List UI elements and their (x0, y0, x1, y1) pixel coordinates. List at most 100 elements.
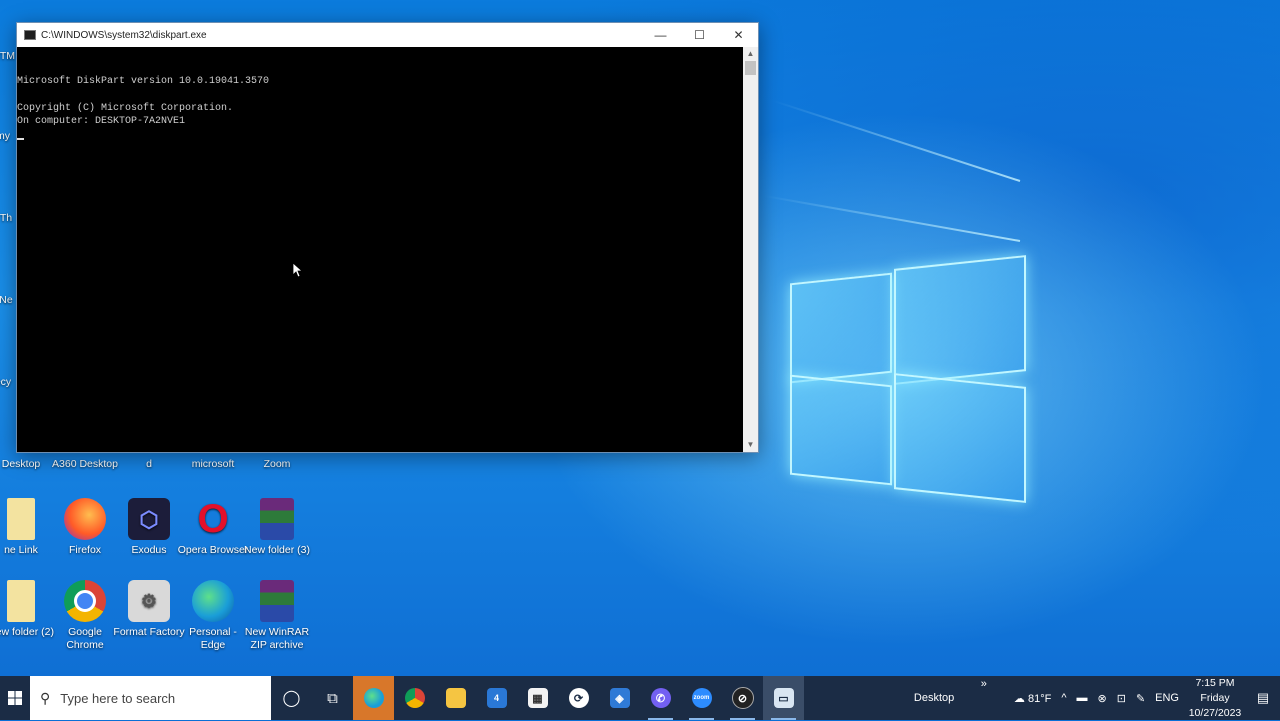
window-titlebar[interactable]: C:\WINDOWS\system32\diskpart.exe — ☐ ✕ (17, 23, 758, 47)
taskbar-console[interactable]: ▭ (763, 676, 804, 720)
clock-date: 10/27/2023 (1188, 706, 1242, 719)
desktop-icon-label: microsoft (191, 458, 235, 470)
desktop-icon-firefox[interactable]: Firefox (49, 498, 121, 557)
window-title: C:\WINDOWS\system32\diskpart.exe (41, 29, 207, 41)
taskbar-search-box[interactable]: ⚲ Type here to search (30, 676, 271, 720)
cortana-button[interactable]: ◯ (271, 676, 312, 720)
minimize-button[interactable]: — (641, 23, 680, 47)
chrome-icon (404, 688, 425, 708)
close-button[interactable]: ✕ (719, 23, 758, 47)
desktop-icon-label: Opera Browser (177, 544, 249, 556)
app-icon: ⊘ (731, 687, 754, 709)
console-prompt-line (17, 129, 743, 143)
firefox-icon (64, 498, 106, 540)
taskbar-store[interactable]: ▦ (517, 676, 558, 720)
desktop-icon-label: Zoom (263, 458, 291, 470)
exodus-icon: ⬡ (128, 498, 170, 540)
desktop-icon-edge[interactable]: Personal - Edge (177, 580, 249, 652)
tray-icon[interactable]: ▬ (1072, 692, 1093, 704)
text-cursor (17, 137, 24, 140)
windows-logo (790, 255, 1026, 503)
taskbar-zoom[interactable]: zoom (681, 676, 722, 720)
pen-icon[interactable]: ✎ (1131, 692, 1150, 705)
winrar-icon (260, 498, 294, 540)
console-line: On computer: DESKTOP-7A2NVE1 (17, 116, 186, 127)
desktop-icon-label: d (146, 458, 152, 470)
console-line: Microsoft DiskPart version 10.0.19041.35… (17, 75, 270, 87)
edge-icon (192, 580, 234, 622)
desktop-icon-winrar-zip[interactable]: New WinRAR ZIP archive (241, 580, 313, 652)
folder-icon (445, 688, 466, 708)
search-icon: ⚲ (40, 689, 51, 706)
edge-icon (363, 688, 384, 708)
start-button[interactable] (0, 676, 30, 720)
desktop-icon-label: Format Factory (113, 626, 185, 638)
system-tray: Desktop » ☁ 81°F ^ ▬ ⊗ ⊡ ✎ ENG 7:15 PM F… (909, 676, 1280, 720)
vertical-scrollbar[interactable]: ▲ ▼ (743, 47, 758, 452)
console-output[interactable]: Microsoft DiskPart version 10.0.19041.35… (17, 47, 743, 452)
desktop-icon-exodus[interactable]: ⬡ Exodus (113, 498, 185, 557)
show-hidden-icons-icon[interactable]: ^ (1056, 692, 1071, 704)
desktop-icon-label: Firefox (68, 544, 102, 556)
app-icon: ⟳ (568, 688, 589, 708)
desktop-icon-d[interactable]: d (113, 458, 185, 471)
taskbar: ⚲ Type here to search ◯ ⧉ 4 ▦ ⟳ ◈ ✆ zoom… (0, 676, 1280, 720)
chrome-icon (64, 580, 106, 622)
desktop-icon-chrome[interactable]: Google Chrome (49, 580, 121, 652)
weather-temp: 81°F (1027, 692, 1052, 705)
zoom-icon: zoom (691, 688, 712, 708)
taskbar-viber[interactable]: ✆ (640, 676, 681, 720)
mail-icon: 4 (486, 688, 507, 708)
desktop-icon-label: Google Chrome (66, 626, 104, 651)
chevron-icon: » (980, 678, 987, 690)
console-icon: ▭ (773, 688, 794, 708)
desktop-toolbar-label: Desktop (913, 692, 955, 704)
store-icon: ▦ (527, 688, 548, 708)
taskbar-edge[interactable] (353, 676, 394, 720)
desktop-icon-new-folder-3[interactable]: New folder (3) (241, 498, 313, 557)
scroll-down-arrow-icon[interactable]: ▼ (743, 438, 758, 452)
opera-icon: O (197, 496, 229, 541)
tray-icon[interactable]: ⊡ (1112, 692, 1131, 705)
taskbar-file-explorer[interactable] (435, 676, 476, 720)
diskpart-window[interactable]: C:\WINDOWS\system32\diskpart.exe — ☐ ✕ M… (16, 22, 759, 453)
windows-start-icon (8, 691, 22, 705)
search-placeholder: Type here to search (60, 690, 176, 706)
language-indicator[interactable]: ENG (1150, 692, 1184, 704)
clock[interactable]: 7:15 PM Friday 10/27/2023 (1184, 676, 1246, 721)
light-beam (763, 194, 1021, 242)
taskbar-chrome[interactable] (394, 676, 435, 720)
clock-time: 7:15 PM (1195, 676, 1235, 689)
light-beam (772, 99, 1021, 182)
console-app-icon (24, 30, 36, 40)
scroll-up-arrow-icon[interactable]: ▲ (743, 47, 758, 61)
desktop-icon-zoom[interactable]: Zoom (241, 458, 313, 471)
desktop-icon-label: A360 Desktop (52, 458, 118, 470)
desktop-toolbar[interactable]: Desktop » (909, 678, 989, 704)
maximize-button[interactable]: ☐ (680, 23, 719, 47)
desktop-icon-a360[interactable]: A360 Desktop (49, 458, 121, 471)
console-line: Copyright (C) Microsoft Corporation. (17, 102, 234, 114)
file-icon (7, 498, 35, 540)
taskbar-app-3[interactable]: ⊘ (722, 676, 763, 720)
desktop-icon-label: Personal - Edge (189, 626, 237, 651)
weather-widget[interactable]: ☁ 81°F (1009, 692, 1056, 705)
notification-center-icon[interactable]: ▤ (1246, 690, 1280, 706)
desktop-icon-microsoft[interactable]: microsoft (177, 458, 249, 471)
mouse-pointer-icon (293, 263, 303, 277)
desktop-icon-format-factory[interactable]: ⚙ Format Factory (113, 580, 185, 639)
desktop-icon-label: New folder (3) (244, 544, 310, 556)
task-view-button[interactable]: ⧉ (312, 676, 353, 720)
desktop-icon-opera[interactable]: O Opera Browser (177, 498, 249, 557)
taskbar-mail[interactable]: 4 (476, 676, 517, 720)
format-factory-icon: ⚙ (128, 580, 170, 622)
tray-icon[interactable]: ⊗ (1093, 692, 1112, 705)
taskbar-app-1[interactable]: ⟳ (558, 676, 599, 720)
app-icon: ◈ (609, 688, 630, 708)
desktop-icon-label: Exodus (131, 544, 167, 556)
taskbar-app-2[interactable]: ◈ (599, 676, 640, 720)
scrollbar-thumb[interactable] (745, 61, 756, 75)
viber-icon: ✆ (650, 688, 671, 708)
